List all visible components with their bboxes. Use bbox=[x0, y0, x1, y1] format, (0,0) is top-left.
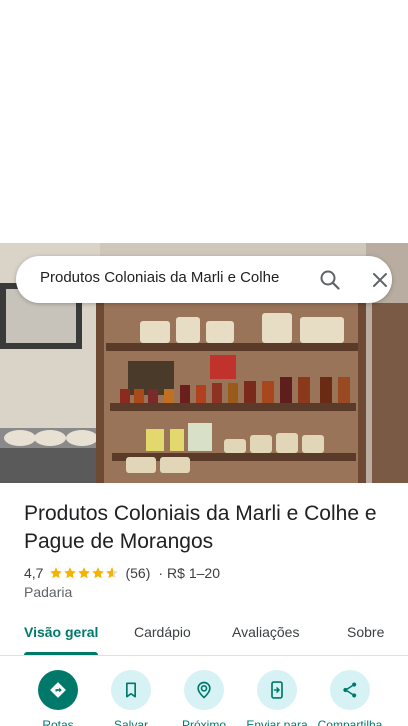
rating-row[interactable]: 4,7 (56) · R$ 1–20 bbox=[24, 563, 220, 583]
star-rating bbox=[49, 566, 119, 580]
star-icon bbox=[78, 567, 91, 579]
directions-icon bbox=[50, 682, 66, 698]
tab-about[interactable]: Sobre bbox=[347, 624, 384, 640]
tab-overview[interactable]: Visão geral bbox=[24, 624, 98, 640]
star-icon bbox=[64, 567, 77, 579]
tab-menu[interactable]: Cardápio bbox=[134, 624, 191, 640]
place-category: Padaria bbox=[24, 584, 73, 600]
save-label: Salvar bbox=[113, 718, 148, 726]
review-count[interactable]: (56) bbox=[125, 565, 150, 581]
star-half-icon bbox=[106, 567, 119, 579]
send-to-phone-icon bbox=[271, 681, 283, 699]
send-to-phone-label: Enviar para bbox=[246, 718, 308, 726]
star-icon bbox=[92, 567, 105, 579]
directions-button-circle[interactable] bbox=[38, 670, 78, 710]
star-icon bbox=[50, 567, 63, 579]
share-button-circle[interactable] bbox=[330, 670, 370, 710]
bookmark-icon bbox=[126, 682, 136, 698]
rating-value: 4,7 bbox=[24, 565, 44, 581]
tab-bar: Visão geral Cardápio Avaliações Sobre bbox=[0, 612, 408, 656]
close-icon[interactable] bbox=[368, 268, 392, 292]
price-range: R$ 1–20 bbox=[167, 565, 220, 581]
save-button-circle[interactable] bbox=[111, 670, 151, 710]
directions-label: Rotas bbox=[42, 718, 74, 726]
search-bar[interactable]: Produtos Coloniais da Marli e Colhe bbox=[16, 256, 392, 303]
share-label: Compartilha bbox=[317, 718, 383, 726]
nearby-icon bbox=[197, 681, 211, 699]
blank-area bbox=[0, 0, 408, 243]
action-bar: Rotas Salvar Próximo Enviar para Compart… bbox=[0, 668, 408, 726]
nearby-button-circle[interactable] bbox=[184, 670, 224, 710]
share-icon bbox=[343, 682, 357, 698]
active-tab-indicator bbox=[24, 652, 98, 655]
send-to-phone-button-circle[interactable] bbox=[257, 670, 297, 710]
tab-reviews[interactable]: Avaliações bbox=[232, 624, 299, 640]
search-icon[interactable] bbox=[318, 268, 342, 292]
separator: · bbox=[158, 565, 164, 581]
place-title: Produtos Coloniais da Marli e Colhe e Pa… bbox=[24, 502, 377, 553]
nearby-label: Próximo bbox=[181, 718, 226, 726]
search-input[interactable]: Produtos Coloniais da Marli e Colhe bbox=[40, 269, 290, 286]
